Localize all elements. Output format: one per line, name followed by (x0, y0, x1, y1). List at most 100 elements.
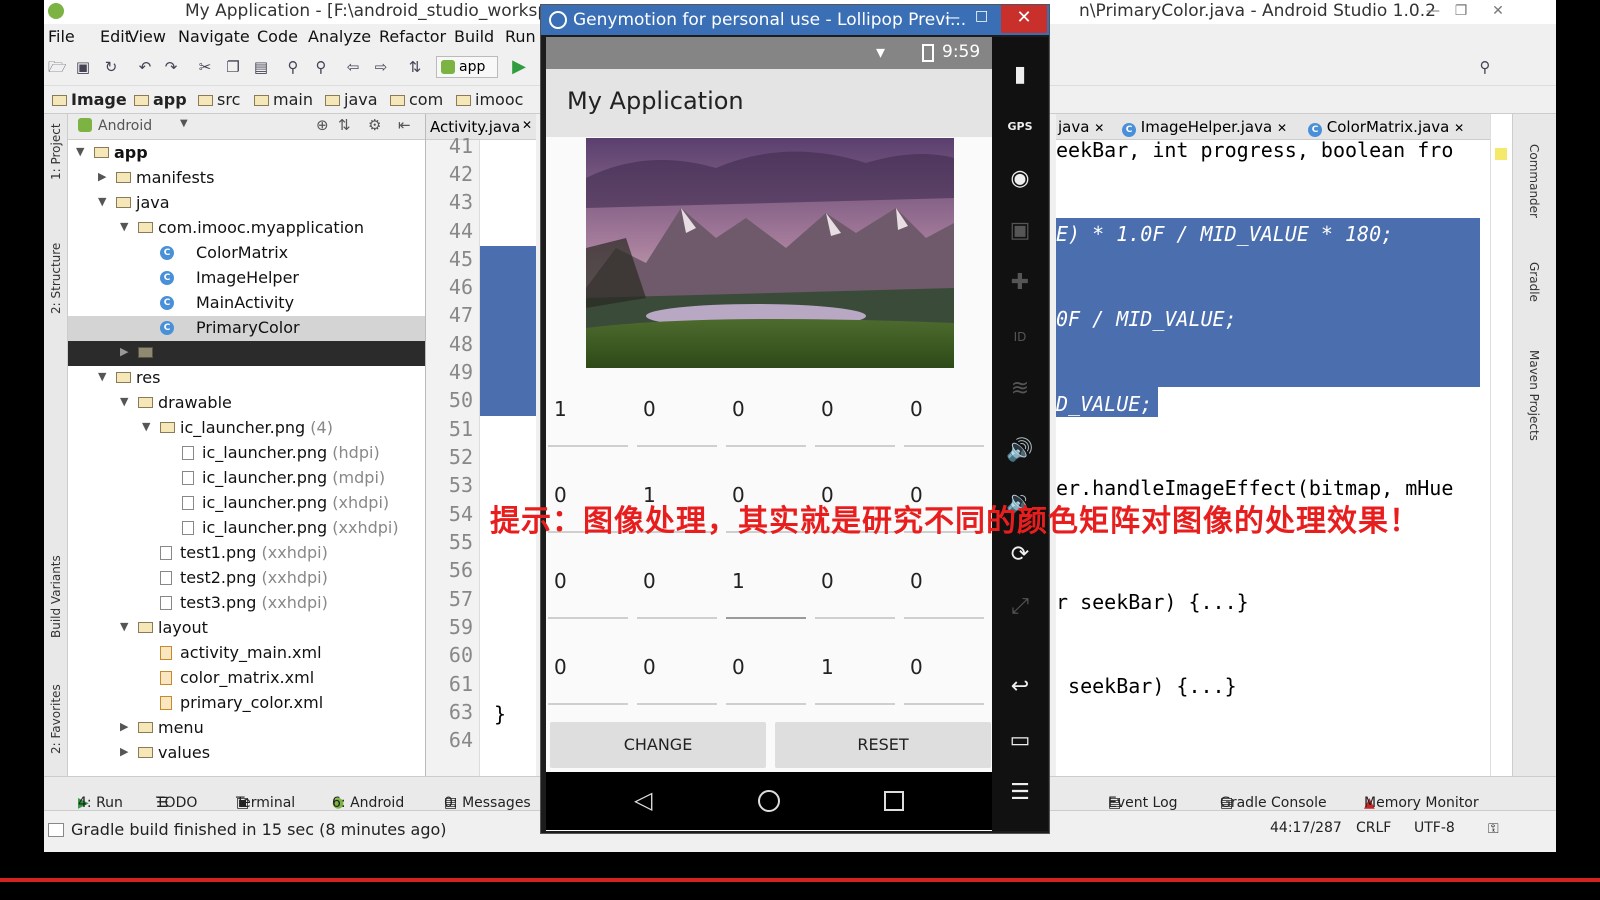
menu-icon[interactable]: ☰ (1006, 779, 1034, 807)
editor-tab-imagehelper[interactable]: C ImageHelper.java ✕ (1122, 118, 1287, 137)
tool-tab-structure[interactable]: 2: Structure (49, 243, 63, 314)
breadcrumb-image[interactable]: Image (52, 90, 127, 109)
tree-item-mainactivity[interactable]: C MainActivity (68, 291, 425, 316)
maximize-icon[interactable]: ❐ (1447, 0, 1475, 22)
tree-item-res[interactable]: ▼ res (68, 366, 425, 391)
tree-item-values[interactable]: ▶ values (68, 741, 425, 766)
sync-icon[interactable]: ⊕ (316, 116, 329, 134)
matrix-cell[interactable]: 0 (637, 397, 717, 457)
back-icon[interactable]: ⇦ (344, 58, 362, 76)
scale-icon[interactable]: ⤢ (1006, 593, 1034, 621)
matrix-cell[interactable]: 0 (637, 569, 717, 629)
breadcrumb-src[interactable]: src (198, 90, 240, 109)
reset-button[interactable]: RESET (775, 722, 991, 768)
emulator-close-button[interactable]: ✕ (1001, 5, 1047, 33)
matrix-cell[interactable]: 1 (548, 397, 628, 457)
menu-view[interactable]: View (128, 27, 166, 46)
warning-marker-icon[interactable] (1495, 148, 1507, 160)
gear-icon[interactable]: ⚙ (368, 116, 381, 134)
tool-tab-maven[interactable]: Maven Projects (1527, 350, 1541, 441)
run-icon[interactable]: ▶ (510, 58, 528, 76)
recent-apps-icon[interactable]: ▭ (1006, 727, 1034, 755)
forward-icon[interactable]: ⇨ (372, 58, 390, 76)
matrix-cell[interactable]: 0 (904, 397, 984, 457)
rotate-icon[interactable]: ⟳ (1006, 541, 1034, 569)
maximize-icon[interactable]: □ (975, 8, 988, 24)
back-icon[interactable]: ↩ (1006, 673, 1034, 701)
tree-item-test2[interactable]: test2.png (xxhdpi) (68, 566, 425, 591)
tree-item-package[interactable]: ▼ com.imooc.myapplication (68, 216, 425, 241)
expand-arrow-icon[interactable]: ▼ (142, 420, 150, 433)
make-project-icon[interactable]: ⇅ (406, 58, 424, 76)
matrix-cell[interactable]: 0 (637, 655, 717, 715)
breadcrumb-main[interactable]: main (254, 90, 313, 109)
home-icon[interactable] (758, 790, 780, 812)
matrix-cell[interactable]: 1 (815, 655, 895, 715)
menu-navigate[interactable]: Navigate (178, 27, 250, 46)
file-encoding[interactable]: UTF-8 (1414, 820, 1455, 836)
menu-run[interactable]: Run (505, 27, 536, 46)
volume-up-icon[interactable]: 🔊 (1006, 437, 1034, 465)
matrix-cell[interactable]: 0 (904, 655, 984, 715)
tree-item-activity-main-xml[interactable]: activity_main.xml (68, 641, 425, 666)
battery-icon[interactable]: ▮ (1006, 61, 1034, 89)
sync-icon[interactable]: ↻ (102, 58, 120, 76)
expand-arrow-icon[interactable]: ▶ (120, 345, 128, 358)
cut-icon[interactable]: ✂ (196, 58, 214, 76)
breadcrumb-com[interactable]: com (390, 90, 443, 109)
dpad-icon[interactable]: ✚ (1006, 269, 1034, 297)
menu-edit[interactable]: Edit (100, 27, 131, 46)
redo-icon[interactable]: ↷ (162, 58, 180, 76)
tree-item-java[interactable]: ▼ java (68, 191, 425, 216)
tool-tab-gradle[interactable]: Gradle (1527, 262, 1541, 302)
menu-file[interactable]: File (48, 27, 75, 46)
save-icon[interactable]: ▣ (74, 58, 92, 76)
matrix-cell[interactable]: 0 (548, 655, 628, 715)
tool-windows-icon[interactable] (48, 823, 64, 837)
device-id-icon[interactable]: ID (1006, 323, 1034, 351)
editor-tab-java[interactable]: java ✕ (1058, 118, 1104, 136)
tree-item-ic-launcher-xhdpi[interactable]: ic_launcher.png (xhdpi) (68, 491, 425, 516)
screencast-icon[interactable]: ▣ (1006, 217, 1034, 245)
matrix-cell[interactable]: 0 (548, 569, 628, 629)
run-config-select[interactable]: app (436, 56, 498, 78)
menu-analyze[interactable]: Analyze (308, 27, 371, 46)
gps-icon[interactable]: GPS (1006, 113, 1034, 141)
tool-tab-commander[interactable]: Commander (1527, 144, 1541, 218)
hide-panel-icon[interactable]: ⇤ (398, 116, 411, 134)
tree-item-primarycolor[interactable]: C PrimaryColor (68, 316, 425, 341)
tree-item-manifests[interactable]: ▶ manifests (68, 166, 425, 191)
replace-icon[interactable]: ⚲ (312, 58, 330, 76)
minimize-icon[interactable]: — (945, 8, 960, 26)
menu-refactor[interactable]: Refactor (379, 27, 446, 46)
editor-tab-colormatrix[interactable]: C ColorMatrix.java ✕ (1308, 118, 1464, 137)
network-icon[interactable]: ≋ (1006, 375, 1034, 403)
matrix-cell[interactable]: 0 (904, 569, 984, 629)
tool-tab-build-variants[interactable]: Build Variants (49, 555, 63, 638)
expand-arrow-icon[interactable]: ▼ (120, 220, 128, 233)
chevron-down-icon[interactable]: ▼ (180, 118, 188, 129)
tree-item-test1[interactable]: test1.png (xxhdpi) (68, 541, 425, 566)
close-tab-icon[interactable]: ✕ (1094, 121, 1104, 135)
expand-arrow-icon[interactable]: ▼ (98, 370, 106, 383)
tree-item-ic-launcher-group[interactable]: ▼ ic_launcher.png (4) (68, 416, 425, 441)
tree-item-ic-launcher-xxhdpi[interactable]: ic_launcher.png (xxhdpi) (68, 516, 425, 541)
matrix-cell[interactable]: 0 (726, 655, 806, 715)
breadcrumb-app[interactable]: app (134, 90, 187, 109)
tree-item-app[interactable]: ▼ app (68, 141, 425, 166)
close-tab-icon[interactable]: ✕ (522, 118, 532, 132)
breadcrumb-java[interactable]: java (325, 90, 378, 109)
camera-icon[interactable]: ◉ (1006, 165, 1034, 193)
recents-icon[interactable] (884, 791, 904, 811)
open-folder-icon[interactable]: 🗁 (48, 58, 67, 76)
expand-arrow-icon[interactable]: ▼ (120, 620, 128, 633)
change-button[interactable]: CHANGE (550, 722, 766, 768)
search-icon[interactable]: ⚲ (1476, 58, 1494, 76)
editor-tab-activity[interactable]: Activity.java ✕ (426, 114, 536, 140)
tree-item-drawable[interactable]: ▼ drawable (68, 391, 425, 416)
expand-arrow-icon[interactable]: ▶ (98, 170, 106, 183)
find-icon[interactable]: ⚲ (284, 58, 302, 76)
tree-item-colormatrix[interactable]: C ColorMatrix (68, 241, 425, 266)
menu-build[interactable]: Build (454, 27, 494, 46)
expand-arrow-icon[interactable]: ▼ (76, 145, 84, 158)
